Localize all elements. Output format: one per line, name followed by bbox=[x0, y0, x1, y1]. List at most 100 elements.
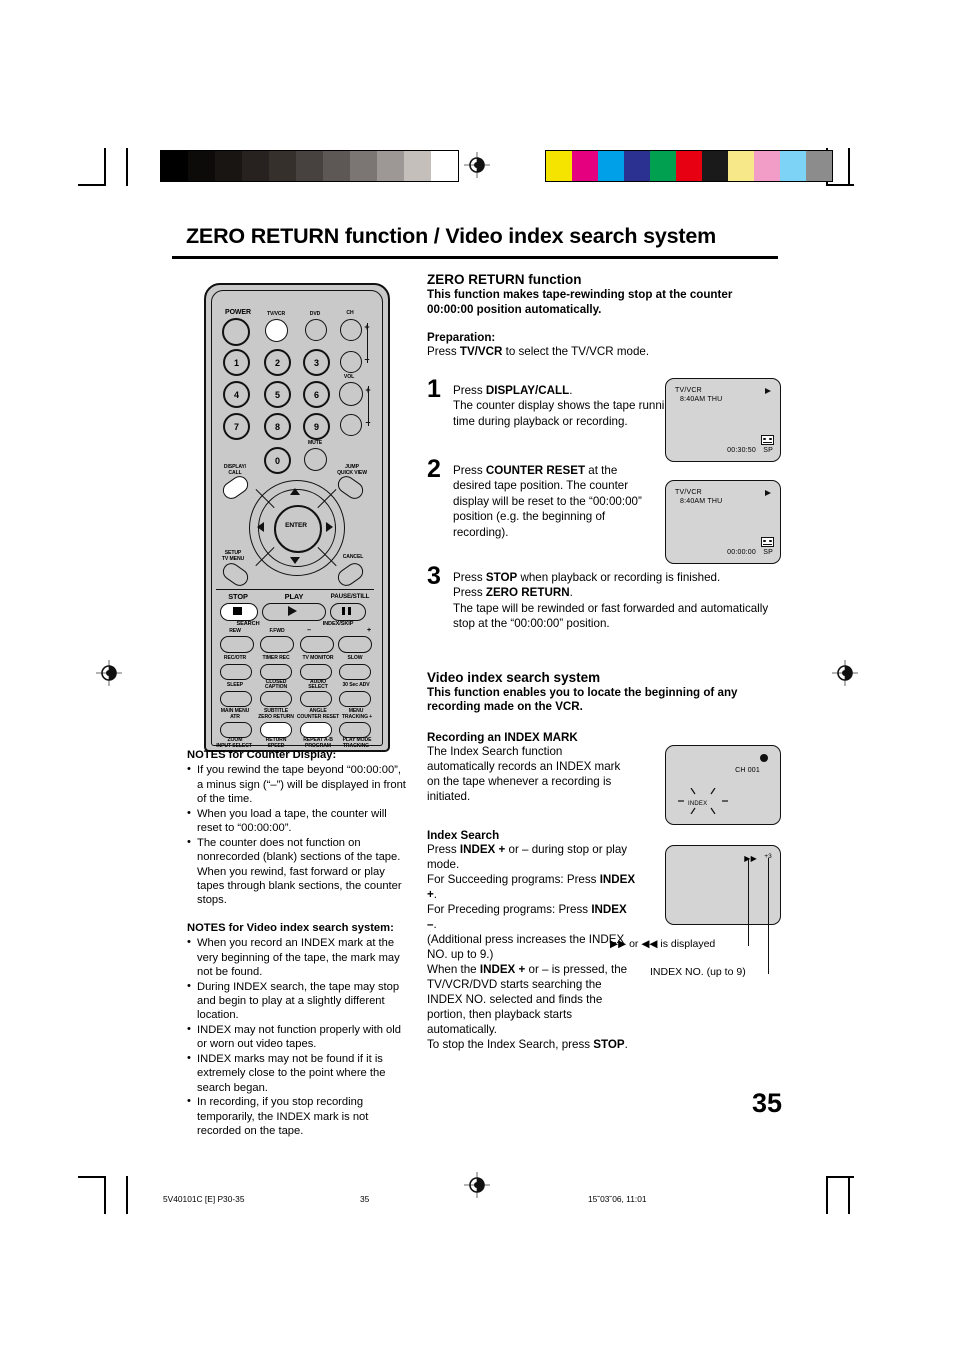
nav-right-icon[interactable] bbox=[326, 522, 333, 532]
volume-up-button[interactable] bbox=[339, 382, 363, 406]
slow-button[interactable] bbox=[339, 664, 371, 680]
transport-panel-border bbox=[216, 589, 374, 591]
list-item: When you record an INDEX mark at the ver… bbox=[187, 935, 409, 979]
power-button[interactable] bbox=[222, 318, 250, 346]
play-label: PLAY bbox=[284, 592, 304, 601]
nav-down-icon[interactable] bbox=[290, 557, 300, 564]
number-9-label: 9 bbox=[313, 421, 319, 432]
screen3-record-dot-icon bbox=[760, 754, 768, 762]
screen2-cassette-icon bbox=[761, 537, 774, 547]
step-3-post2: . bbox=[569, 586, 573, 600]
nav-left-icon[interactable] bbox=[257, 522, 264, 532]
tracking-plus-label: TRACKING + bbox=[341, 714, 373, 720]
step-3: 3 Press STOP when playback or recording … bbox=[427, 564, 779, 632]
step-2-text: Press COUNTER RESET at the desired tape … bbox=[453, 457, 658, 540]
step-3-rest: The tape will be rewinded or fast forwar… bbox=[453, 601, 769, 631]
callout-ff-label: ▶▶ or ◀◀ is displayed bbox=[610, 938, 716, 950]
crop-mark-br-v bbox=[826, 1176, 828, 1214]
callout-line-ff bbox=[748, 858, 750, 946]
display-call-label-2: CALL bbox=[228, 470, 242, 476]
screen4-ff-icon: ▶▶ bbox=[744, 854, 757, 863]
volume-down-button[interactable] bbox=[340, 414, 362, 436]
search-line-6-post: . bbox=[624, 1038, 628, 1052]
vol-rocker-line bbox=[368, 386, 370, 426]
search-line-1-pre: Press bbox=[427, 842, 460, 856]
mute-button[interactable] bbox=[304, 448, 327, 471]
registration-mark-top bbox=[464, 152, 490, 178]
dvd-button[interactable] bbox=[305, 319, 327, 341]
step-3-post: when playback or recording is finished. bbox=[517, 570, 721, 584]
rew-label: REW bbox=[229, 628, 241, 634]
closed-caption-button[interactable] bbox=[260, 691, 292, 707]
color-swatch bbox=[780, 151, 806, 181]
channel-up-button[interactable] bbox=[340, 319, 362, 341]
list-item: INDEX marks may not be found if it is ex… bbox=[187, 1051, 409, 1095]
rec-otr-label: REC/OTR bbox=[223, 655, 247, 661]
audio-select-button[interactable] bbox=[300, 691, 332, 707]
30-sec-adv-button[interactable] bbox=[339, 691, 371, 707]
rec-otr-button[interactable] bbox=[220, 664, 252, 680]
screen2-speed: SP bbox=[763, 549, 773, 556]
callout-index-no-label: INDEX NO. (up to 9) bbox=[650, 966, 746, 978]
number-1-label: 1 bbox=[233, 357, 239, 368]
screen1-clock: 8:40AM THU bbox=[680, 396, 723, 403]
search-line-2-pre: For Succeeding programs: Press bbox=[427, 872, 600, 886]
mute-label: MUTE bbox=[307, 440, 323, 446]
step-2-pre: Press bbox=[453, 463, 486, 477]
rewind-button[interactable] bbox=[220, 636, 254, 653]
notes-index-list: When you record an INDEX mark at the ver… bbox=[187, 935, 409, 1138]
preparation-title: Preparation: bbox=[427, 330, 496, 344]
channel-down-button[interactable] bbox=[340, 351, 362, 373]
number-8-button[interactable]: 8 bbox=[264, 413, 291, 440]
step-3-number: 3 bbox=[427, 561, 441, 590]
vol-label: VOL bbox=[343, 374, 355, 380]
subtitle-zero-return-button[interactable] bbox=[260, 722, 292, 738]
grayscale-swatch bbox=[431, 151, 458, 181]
screen3-channel: CH 001 bbox=[735, 767, 760, 774]
index-previous-button[interactable] bbox=[300, 636, 334, 653]
number-7-button[interactable]: 7 bbox=[223, 413, 250, 440]
number-5-button[interactable]: 5 bbox=[264, 381, 291, 408]
color-swatch bbox=[650, 151, 676, 181]
number-6-button[interactable]: 6 bbox=[303, 381, 330, 408]
fast-forward-button[interactable] bbox=[260, 636, 294, 653]
number-0-button[interactable]: 0 bbox=[264, 447, 291, 474]
menu-tracking-up-button[interactable] bbox=[339, 722, 371, 738]
search-line-6-pre: To stop the Index Search, press bbox=[427, 1038, 594, 1052]
tvvcr-button[interactable] bbox=[265, 319, 288, 342]
number-4-button[interactable]: 4 bbox=[223, 381, 250, 408]
index-search-heading: Index Search bbox=[427, 828, 500, 842]
index-skip-label: INDEX/SKIP bbox=[322, 621, 354, 627]
timer-rec-button[interactable] bbox=[260, 664, 292, 680]
angle-counter-reset-button[interactable] bbox=[300, 722, 332, 738]
recording-index-mark-heading: Recording an INDEX MARK bbox=[427, 731, 578, 745]
number-1-button[interactable]: 1 bbox=[223, 349, 250, 376]
enter-label: ENTER bbox=[285, 522, 307, 529]
number-2-button[interactable]: 2 bbox=[264, 349, 291, 376]
notes-counter-list: If you rewind the tape beyond “00:00:00”… bbox=[187, 762, 409, 907]
index-plus-label: + bbox=[367, 627, 371, 634]
step-3-text: Press STOP when playback or recording is… bbox=[453, 564, 779, 632]
zero-return-heading: ZERO RETURN function bbox=[427, 272, 582, 287]
color-swatch bbox=[624, 151, 650, 181]
number-3-button[interactable]: 3 bbox=[303, 349, 330, 376]
tv-screen-index-search: ▶▶ +3 bbox=[665, 845, 781, 925]
preparation-body: Press TV/VCR to select the TV/VCR mode. bbox=[427, 344, 779, 359]
step-1-post: . bbox=[569, 383, 573, 397]
crop-mark-bl-v bbox=[104, 1176, 106, 1214]
pause-bar-2-icon bbox=[348, 607, 351, 615]
video-index-lead-2: recording made on the VCR. bbox=[427, 700, 583, 714]
tv-monitor-button[interactable] bbox=[300, 664, 332, 680]
slow-label: SLOW bbox=[347, 655, 363, 661]
number-9-button[interactable]: 9 bbox=[303, 413, 330, 440]
main-menu-atr-button[interactable] bbox=[220, 722, 252, 738]
video-index-lead-1: This function enables you to locate the … bbox=[427, 685, 738, 699]
step-2-post: at the bbox=[585, 463, 618, 477]
zero-return-lead-2: 00:00:00 position automatically. bbox=[427, 302, 602, 316]
screen1-speed: SP bbox=[763, 447, 773, 454]
index-next-button[interactable] bbox=[338, 636, 372, 653]
nav-up-icon[interactable] bbox=[290, 488, 300, 495]
grayscale-swatch bbox=[269, 151, 296, 181]
audio-select-label: AUDIO SELECT bbox=[308, 679, 328, 691]
sleep-button[interactable] bbox=[220, 691, 252, 707]
